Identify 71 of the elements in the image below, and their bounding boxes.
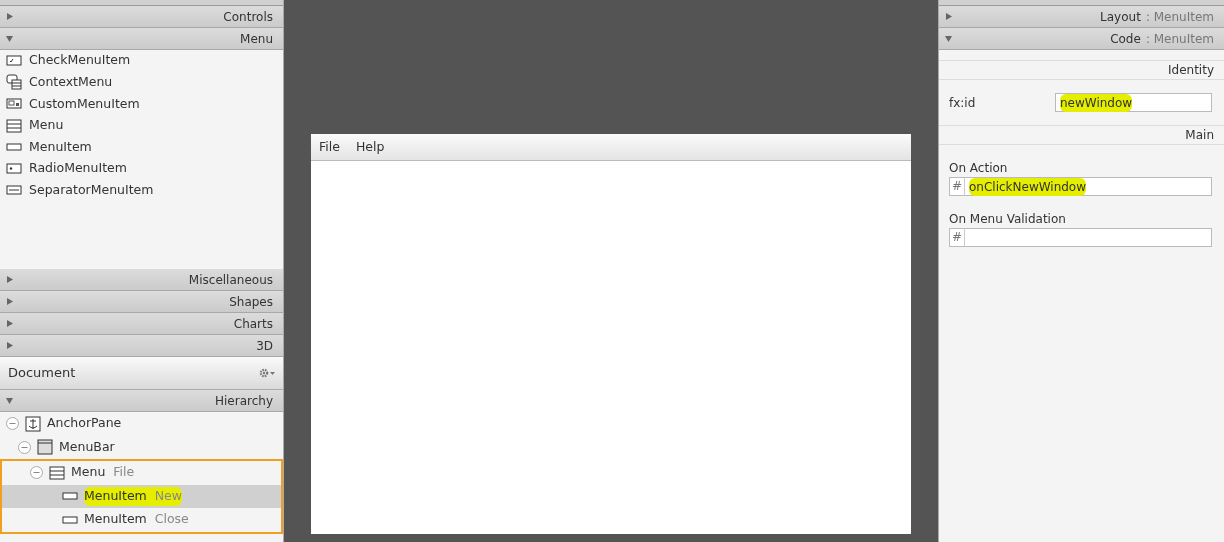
menu-bar-icon <box>37 439 53 456</box>
section-header[interactable]: Code : MenuItem <box>939 28 1224 50</box>
tree-label: Menu File <box>71 463 135 482</box>
tree-row[interactable]: AnchorPane <box>0 412 283 436</box>
hash-prefix: # <box>950 229 965 246</box>
group-heading: Identity <box>939 60 1224 80</box>
section-title: Hierarchy <box>215 393 273 408</box>
library-item[interactable]: SeparatorMenuItem <box>29 181 154 200</box>
field-label: On Action <box>949 160 1009 177</box>
section-title: Shapes <box>229 294 273 309</box>
menu-icon <box>49 464 65 481</box>
section-header[interactable]: Controls <box>0 6 283 28</box>
text-field[interactable]: newWindow <box>1055 93 1212 112</box>
tree-row[interactable]: MenuItem New <box>2 484 281 508</box>
section-header[interactable]: Shapes <box>0 291 283 313</box>
library-item[interactable]: CustomMenuItem <box>29 94 140 114</box>
panel-title: Document <box>8 364 76 383</box>
hash-prefix: # <box>950 178 965 195</box>
collapse-toggle-icon[interactable] <box>30 466 43 480</box>
expand-arrow-icon[interactable] <box>945 35 952 42</box>
expand-arrow-icon[interactable] <box>6 397 13 404</box>
section-title: Code <box>1110 31 1141 46</box>
tree-row[interactable]: Menu File <box>2 461 281 485</box>
library-item[interactable]: Menu <box>29 116 64 135</box>
expand-arrow-icon[interactable] <box>6 320 13 327</box>
section-title: 3D <box>256 338 273 353</box>
section-target: : MenuItem <box>1145 31 1214 46</box>
expand-arrow-icon[interactable] <box>6 35 13 42</box>
section-title: Menu <box>240 31 273 46</box>
section-title: Charts <box>233 316 273 331</box>
expand-arrow-icon[interactable] <box>6 298 13 305</box>
radio-item-icon <box>6 160 22 177</box>
section-header[interactable]: Menu <box>0 28 283 50</box>
collapse-toggle-icon[interactable] <box>18 440 31 454</box>
menu-title[interactable]: File <box>319 137 340 157</box>
section-header[interactable]: Hierarchy <box>0 390 283 412</box>
section-title: Controls <box>223 9 273 24</box>
text-field[interactable]: # <box>949 228 1212 247</box>
section-header[interactable]: Layout : MenuItem <box>939 6 1224 28</box>
checkbox-icon <box>6 52 22 69</box>
section-header[interactable]: Miscellaneous <box>0 269 283 291</box>
field-label: fx:id <box>949 94 976 112</box>
library-item[interactable]: CheckMenuItem <box>29 51 131 71</box>
library-item[interactable]: RadioMenuItem <box>29 159 127 179</box>
section-header[interactable]: 3D <box>0 335 283 357</box>
tree-label: AnchorPane <box>47 414 122 433</box>
tree-row[interactable]: MenuBar <box>0 435 283 459</box>
group-heading: Main <box>939 125 1224 145</box>
tree-row[interactable]: MenuItem Close <box>2 508 281 532</box>
section-target: : MenuItem <box>1145 9 1214 24</box>
expand-arrow-icon[interactable] <box>6 276 13 283</box>
tree-label: MenuItem New <box>84 486 182 506</box>
tree-label: MenuItem Close <box>84 510 189 529</box>
text-field[interactable]: # onClickNewWindow <box>949 177 1212 196</box>
section-title: Layout <box>1100 9 1141 24</box>
custom-item-icon <box>6 96 22 112</box>
menu-icon <box>6 117 22 134</box>
expand-arrow-icon[interactable] <box>6 13 13 20</box>
expand-arrow-icon[interactable] <box>6 342 13 349</box>
context-menu-icon <box>6 74 22 91</box>
gear-icon[interactable] <box>259 368 275 378</box>
menu-title[interactable]: Help <box>355 137 385 157</box>
field-label: On Menu Validation <box>949 211 1067 228</box>
anchor-icon <box>25 415 41 432</box>
tree-label: MenuBar <box>59 437 115 456</box>
section-header[interactable]: Charts <box>0 313 283 335</box>
library-item[interactable]: ContextMenu <box>29 73 113 92</box>
expand-arrow-icon[interactable] <box>945 13 952 20</box>
section-title: Miscellaneous <box>188 272 273 287</box>
library-item[interactable]: MenuItem <box>29 137 92 157</box>
collapse-toggle-icon[interactable] <box>6 417 19 431</box>
